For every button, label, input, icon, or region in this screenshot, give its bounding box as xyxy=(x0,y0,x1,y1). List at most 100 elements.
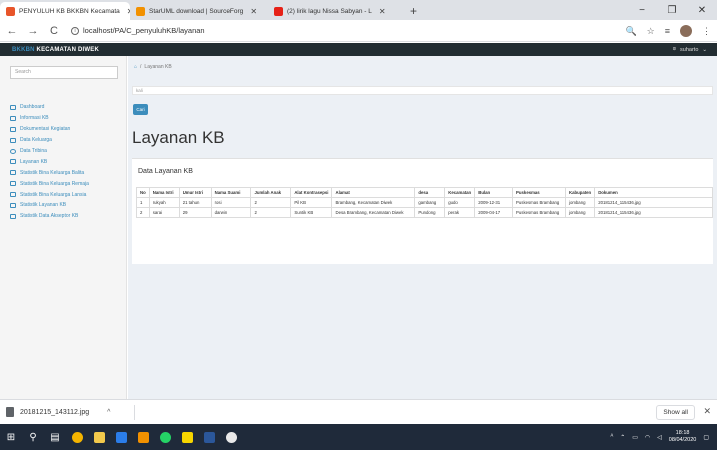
wifi-icon[interactable]: ◠ xyxy=(645,434,650,441)
cell: gudo xyxy=(444,197,476,208)
cell: 2009-12-31 xyxy=(474,197,514,208)
cell: perak xyxy=(444,207,476,218)
forward-arrow-icon[interactable]: → xyxy=(24,25,42,37)
sidebar-item-data-tribina[interactable]: Data Tribina xyxy=(10,146,125,157)
zoom-icon[interactable]: 🔍 xyxy=(625,26,636,37)
browser-tab-bar: PENYULUH KB BKKBN Kecamata ✕ StarUML dow… xyxy=(0,0,717,20)
sidebar-item-layanan-kb[interactable]: Layanan KB xyxy=(10,156,125,167)
data-search-input[interactable]: kali xyxy=(132,86,713,95)
cell: Desa Brambang, Kecamatan Diwek xyxy=(331,207,416,218)
cell-dokumen: 20181214_115436.jpg xyxy=(594,197,713,208)
sidebar-item-statistik-bkl[interactable]: Statistik Bina Keluarga Lansia xyxy=(10,189,125,200)
cell: Brambang, Kecamatan Diwek xyxy=(331,197,416,208)
cell: jombang xyxy=(564,197,596,208)
col-alat-kontrasepsi: Alat Kontrasepsi xyxy=(290,187,333,198)
chevron-up-icon[interactable]: ⌃ xyxy=(620,434,625,441)
cell-dokumen: 20181214_115436.jpg xyxy=(594,207,713,218)
table-header-row: No Nama Istri Umur Istri Nama Suami Juml… xyxy=(136,187,713,198)
breadcrumb-separator: / xyxy=(140,64,142,70)
people-icon[interactable]: ᴬ xyxy=(611,434,614,440)
bookmark-star-icon[interactable]: ☆ xyxy=(647,26,655,37)
new-tab-button[interactable]: + xyxy=(402,2,425,20)
search-button[interactable]: Cari xyxy=(133,104,148,115)
col-puskesmas: Puskesmas xyxy=(512,187,566,198)
windows-start-icon[interactable]: ⊞ xyxy=(0,424,22,450)
cell: 21 tahun xyxy=(178,197,212,208)
sidebar-item-data-keluarga[interactable]: Data Keluarga xyxy=(10,135,125,146)
chevron-up-icon[interactable]: ^ xyxy=(107,409,110,416)
word-icon[interactable] xyxy=(198,424,220,450)
edge-icon[interactable] xyxy=(220,424,242,450)
cell: rukyah xyxy=(148,197,180,208)
breadcrumb-current: Layanan KB xyxy=(144,64,172,70)
search-icon[interactable]: ⚲ xyxy=(22,424,44,450)
sidebar-search-input[interactable]: Search xyxy=(10,66,118,79)
home-icon[interactable]: ⌂ xyxy=(134,64,137,70)
browser-tab-penyuluh[interactable]: PENYULUH KB BKKBN Kecamata ✕ xyxy=(0,2,130,20)
clock-date: 08/04/2020 xyxy=(668,437,697,443)
tab-favicon-icon xyxy=(6,6,15,16)
vscode-icon[interactable] xyxy=(110,424,132,450)
cell: 2009-04-17 xyxy=(474,207,514,218)
tab-title: StarUML download | SourceForg xyxy=(149,7,244,15)
col-desa: desa xyxy=(414,187,446,198)
download-item[interactable]: 20181215_143112.jpg ^ xyxy=(6,407,110,417)
cell: sarai xyxy=(148,207,180,218)
cell: Pundong xyxy=(414,207,446,218)
app-header: BKKBN KECAMATAN DIWEK ⍝ suharto ⌄ xyxy=(0,43,717,56)
col-jumlah-anak: Jumlah Anak xyxy=(250,187,292,198)
cell: Puskesmas Brambang xyxy=(512,197,566,208)
box-title: Data Layanan KB xyxy=(138,168,193,175)
sticky-notes-icon[interactable] xyxy=(176,424,198,450)
notifications-icon[interactable]: ▢ xyxy=(703,434,709,441)
sidebar-item-statistik-bkr[interactable]: Statistik Bina Keluarga Remaja xyxy=(10,178,125,189)
close-icon[interactable]: ✕ xyxy=(703,406,711,417)
file-explorer-icon[interactable] xyxy=(88,424,110,450)
cell: Pil KB xyxy=(290,197,333,208)
col-umur-istri: Umur Istri xyxy=(178,187,212,198)
app-brand[interactable]: BKKBN KECAMATAN DIWEK xyxy=(12,47,99,53)
cell: 2 xyxy=(250,207,292,218)
sidebar-item-statistik-akseptor[interactable]: Statistik Data Akseptor KB xyxy=(10,211,125,222)
cell: rosi xyxy=(210,197,252,208)
back-arrow-icon[interactable]: ← xyxy=(3,25,21,37)
menu-icon xyxy=(10,159,16,165)
sidebar-item-statistik-layanan[interactable]: Statistik Layanan KB xyxy=(10,200,125,211)
sidebar-item-dokumentasi[interactable]: Dokumentasi Kegiatan xyxy=(10,124,125,135)
reload-icon[interactable]: C xyxy=(45,25,63,37)
window-controls: − ❐ ✕ xyxy=(627,0,717,20)
close-window-button[interactable]: ✕ xyxy=(687,0,717,20)
info-icon[interactable]: i xyxy=(71,26,79,35)
browser-menu-icon[interactable]: ⋮ xyxy=(702,26,711,37)
tab-title: (2) lirik lagu Nissa Sabyan - L xyxy=(287,7,372,15)
col-nama-istri: Nama Istri xyxy=(148,187,180,198)
reading-list-icon[interactable]: ≡ xyxy=(665,26,670,36)
task-view-icon[interactable]: ▤ xyxy=(44,424,66,450)
cell: gambang xyxy=(414,197,446,208)
menu-icon xyxy=(10,126,16,132)
chevron-down-icon: ⌄ xyxy=(702,46,707,53)
url-field[interactable]: i localhost/PA/C_penyuluhKB/layanan xyxy=(71,26,205,35)
minimize-button[interactable]: − xyxy=(627,0,657,20)
tab-close-icon[interactable]: ✕ xyxy=(379,7,386,16)
profile-avatar-icon[interactable] xyxy=(680,25,692,37)
whatsapp-icon[interactable] xyxy=(154,424,176,450)
col-nama-suami: Nama Suami xyxy=(210,187,252,198)
sidebar-item-statistik-bkb[interactable]: Statistik Bina Keluarga Balita xyxy=(10,167,125,178)
taskbar: ⊞ ⚲ ▤ ᴬ ⌃ ▭ ◠ ◁ 18:18 08/04/2020 ▢ xyxy=(0,424,717,450)
browser-tab-lirik[interactable]: (2) lirik lagu Nissa Sabyan - L ✕ xyxy=(268,2,402,20)
show-all-button[interactable]: Show all xyxy=(656,405,695,420)
user-menu[interactable]: ⍝ suharto ⌄ xyxy=(673,43,707,56)
data-box: Data Layanan KB No Nama Istri Umur Istri… xyxy=(132,158,713,264)
browser-tab-staruml[interactable]: StarUML download | SourceForg ✕ xyxy=(130,2,268,20)
chrome-app-icon[interactable] xyxy=(66,424,88,450)
sublime-icon[interactable] xyxy=(132,424,154,450)
battery-icon[interactable]: ▭ xyxy=(632,434,638,441)
tab-close-icon[interactable]: ✕ xyxy=(250,7,257,16)
maximize-button[interactable]: ❐ xyxy=(657,0,687,20)
clock[interactable]: 18:18 08/04/2020 xyxy=(669,430,697,444)
col-alamat: Alamat xyxy=(331,187,416,198)
sidebar-item-informasi-kb[interactable]: Informasi KB xyxy=(10,113,125,124)
volume-icon[interactable]: ◁ xyxy=(657,434,662,441)
sidebar-item-dashboard[interactable]: Dashboard xyxy=(10,102,125,113)
